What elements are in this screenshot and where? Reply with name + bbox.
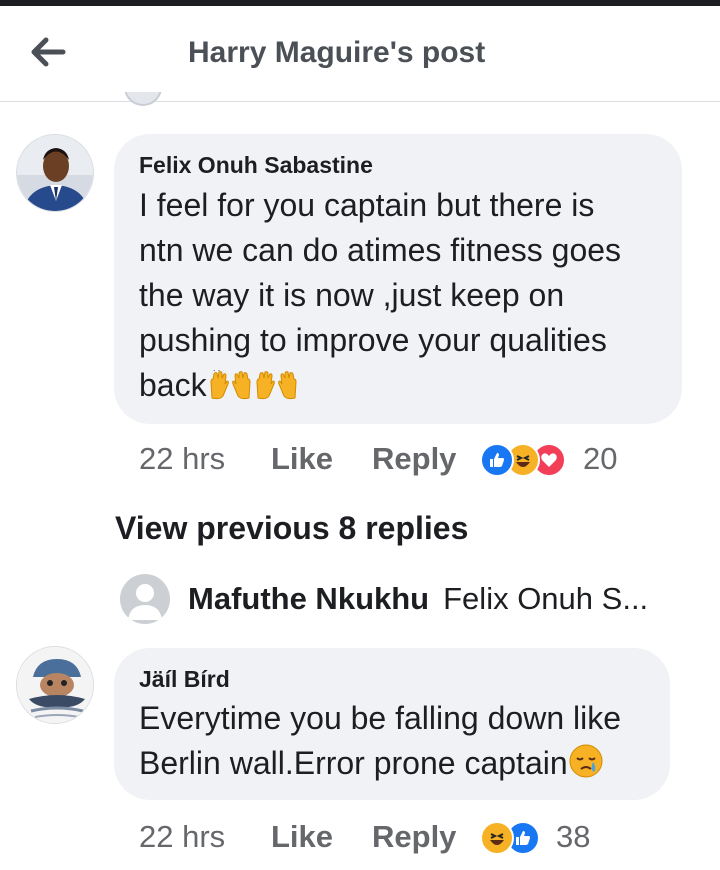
reactions-summary[interactable] <box>480 821 540 855</box>
reply-button[interactable]: Reply <box>372 441 456 477</box>
comment-author[interactable]: Felix Onuh Sabastine <box>139 152 373 179</box>
avatar[interactable] <box>16 646 94 724</box>
comment-text: I feel for you captain but there is ntn … <box>139 183 621 412</box>
page-title: Harry Maguire's post <box>188 36 486 69</box>
like-button[interactable]: Like <box>271 441 333 477</box>
reaction-count[interactable]: 38 <box>556 819 590 855</box>
avatar[interactable] <box>16 134 94 212</box>
like-reaction-icon <box>480 443 514 477</box>
partial-avatar <box>124 92 162 112</box>
comment-text: Everytime you be falling down like Berli… <box>139 696 621 790</box>
raising-hands-icon <box>277 367 299 412</box>
reply-snippet: Felix Onuh S <box>443 581 623 616</box>
reply-author[interactable]: Mafuthe Nkukhu <box>188 581 429 617</box>
haha-reaction-icon <box>480 821 514 855</box>
app-header: Harry Maguire's post <box>0 6 720 102</box>
view-previous-replies[interactable]: View previous 8 replies <box>115 510 468 547</box>
arrow-left-icon <box>30 37 66 72</box>
raising-hands-icon <box>254 367 276 412</box>
comment-author[interactable]: Jäíl Bírd <box>139 666 230 693</box>
reply-button[interactable]: Reply <box>372 819 456 855</box>
back-button[interactable] <box>22 28 74 80</box>
reaction-count[interactable]: 20 <box>583 441 617 477</box>
comment-time[interactable]: 22 hrs <box>139 441 225 477</box>
reply-preview[interactable]: Mafuthe Nkukhu Felix Onuh S... <box>120 573 648 625</box>
crying-face-icon <box>569 744 603 790</box>
avatar[interactable] <box>120 574 170 624</box>
comment-time[interactable]: 22 hrs <box>139 819 225 855</box>
reactions-summary[interactable] <box>480 443 566 477</box>
reply-ellipsis: ... <box>622 581 649 616</box>
like-button[interactable]: Like <box>271 819 333 855</box>
raising-hands-icon <box>208 367 230 412</box>
raising-hands-icon <box>231 367 253 412</box>
